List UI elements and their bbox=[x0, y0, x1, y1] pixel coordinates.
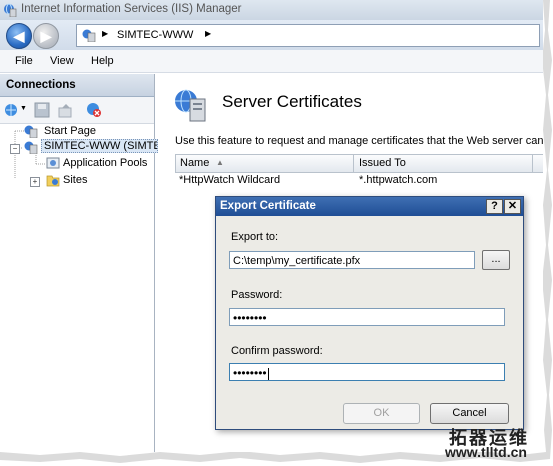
title-bar: Internet Information Services (IIS) Mana… bbox=[0, 0, 543, 20]
sort-ascending-icon: ▲ bbox=[216, 158, 224, 167]
dialog-title: Export Certificate bbox=[220, 200, 316, 212]
breadcrumb-server[interactable]: SIMTEC-WWW bbox=[117, 29, 193, 41]
iis-app-icon bbox=[4, 3, 17, 17]
collapse-icon[interactable]: − bbox=[10, 144, 20, 154]
server-icon bbox=[24, 141, 38, 154]
iis-manager-window: Internet Information Services (IIS) Mana… bbox=[0, 0, 543, 452]
export-to-label: Export to: bbox=[231, 231, 279, 243]
server-icon bbox=[82, 29, 96, 42]
address-bar: ◀ ▶ ▶ SIMTEC-WWW ▶ bbox=[0, 20, 543, 50]
export-path-input[interactable]: C:\temp\my_certificate.pfx bbox=[229, 251, 475, 269]
column-issued-to[interactable]: Issued To bbox=[359, 157, 406, 169]
help-button[interactable]: ? bbox=[486, 199, 503, 214]
confirm-password-label: Confirm password: bbox=[231, 345, 323, 357]
address-field[interactable]: ▶ SIMTEC-WWW ▶ bbox=[76, 24, 540, 47]
connections-title: Connections bbox=[6, 79, 76, 91]
watermark: 拓器运维 www.tlltd.cn bbox=[445, 424, 550, 464]
server-certificates-icon bbox=[175, 89, 206, 122]
ok-button[interactable]: OK bbox=[343, 403, 420, 424]
password-input[interactable]: •••••••• bbox=[229, 308, 505, 326]
column-divider[interactable] bbox=[353, 155, 354, 172]
browse-button[interactable]: ... bbox=[482, 250, 510, 270]
forward-arrow-icon: ▶ bbox=[40, 28, 52, 44]
cancel-button[interactable]: Cancel bbox=[430, 403, 509, 424]
export-certificate-dialog: Export Certificate ? ✕ Export to: C:\tem… bbox=[215, 196, 524, 430]
dialog-title-bar[interactable]: Export Certificate ? ✕ bbox=[216, 197, 523, 216]
tree-label: Application Pools bbox=[63, 157, 148, 169]
text-caret bbox=[267, 367, 269, 380]
menu-bar: File View Help bbox=[0, 50, 543, 73]
expand-icon[interactable]: + bbox=[30, 177, 40, 187]
page-title: Server Certificates bbox=[222, 92, 362, 111]
sites-folder-icon bbox=[46, 175, 60, 187]
feature-description: Use this feature to request and manage c… bbox=[175, 135, 543, 147]
cell-name: *HttpWatch Wildcard bbox=[179, 174, 281, 186]
disconnect-icon[interactable] bbox=[86, 102, 102, 118]
connections-toolbar: ▼ bbox=[0, 97, 154, 124]
menu-view[interactable]: View bbox=[50, 55, 74, 67]
back-button[interactable]: ◀ bbox=[6, 23, 32, 49]
close-button[interactable]: ✕ bbox=[504, 199, 521, 214]
confirm-password-value: •••••••• bbox=[233, 366, 267, 380]
column-divider[interactable] bbox=[532, 155, 533, 172]
connections-header: Connections bbox=[0, 74, 154, 97]
column-name[interactable]: Name bbox=[180, 157, 209, 169]
save-icon[interactable] bbox=[34, 102, 50, 118]
certificates-grid-header: Name ▲ Issued To bbox=[175, 154, 543, 173]
watermark-url: www.tlltd.cn bbox=[445, 444, 527, 460]
cell-issued-to: *.httpwatch.com bbox=[359, 174, 438, 186]
dropdown-arrow-icon[interactable]: ▼ bbox=[20, 105, 27, 112]
connections-pane: Connections ▼ Start Page − SIMTEC-WWW (S… bbox=[0, 74, 158, 452]
forward-button[interactable]: ▶ bbox=[33, 23, 59, 49]
start-page-icon bbox=[24, 125, 38, 138]
confirm-password-input[interactable]: •••••••• bbox=[229, 363, 505, 381]
password-label: Password: bbox=[231, 289, 283, 301]
up-level-icon[interactable] bbox=[58, 102, 74, 118]
connect-globe-icon[interactable] bbox=[4, 102, 20, 118]
menu-help[interactable]: Help bbox=[91, 55, 114, 67]
app-pools-icon bbox=[46, 157, 60, 169]
chevron-right-icon[interactable]: ▶ bbox=[205, 29, 211, 38]
back-arrow-icon: ◀ bbox=[13, 28, 25, 44]
chevron-right-icon[interactable]: ▶ bbox=[102, 29, 108, 38]
window-title: Internet Information Services (IIS) Mana… bbox=[21, 3, 242, 15]
tree-label: Sites bbox=[63, 174, 88, 186]
menu-file[interactable]: File bbox=[15, 55, 33, 67]
tree-label: SIMTEC-WWW (SIMTE bbox=[41, 139, 158, 153]
tree-label: Start Page bbox=[44, 125, 96, 137]
